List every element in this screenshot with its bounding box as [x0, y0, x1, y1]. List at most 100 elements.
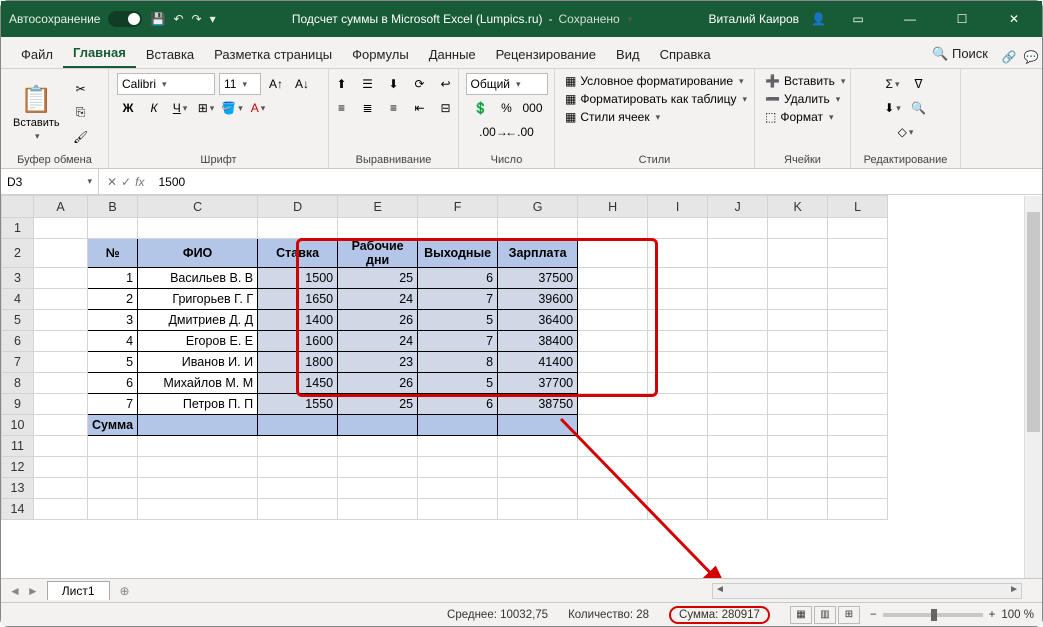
- cell[interactable]: [648, 289, 708, 310]
- column-header[interactable]: G: [498, 196, 578, 218]
- cell[interactable]: [648, 239, 708, 268]
- cell[interactable]: 1450: [258, 373, 338, 394]
- cell[interactable]: [648, 331, 708, 352]
- cell[interactable]: [34, 289, 88, 310]
- cell[interactable]: 23: [338, 352, 418, 373]
- cell[interactable]: [648, 352, 708, 373]
- cell[interactable]: 25: [338, 394, 418, 415]
- page-layout-view-icon[interactable]: ▥: [814, 606, 836, 624]
- cell[interactable]: [648, 268, 708, 289]
- cell[interactable]: 6: [418, 394, 498, 415]
- cell[interactable]: 26: [338, 373, 418, 394]
- fill-icon[interactable]: ⬇▾: [882, 97, 904, 119]
- user-avatar-icon[interactable]: 👤: [811, 12, 826, 26]
- cell[interactable]: Ставка: [258, 239, 338, 268]
- decrease-font-icon[interactable]: A↓: [291, 73, 313, 95]
- cell[interactable]: [708, 457, 768, 478]
- cell[interactable]: 1400: [258, 310, 338, 331]
- cell[interactable]: 37500: [498, 268, 578, 289]
- cell[interactable]: ФИО: [138, 239, 258, 268]
- cell[interactable]: [498, 436, 578, 457]
- cell[interactable]: [768, 478, 828, 499]
- cell[interactable]: 37700: [498, 373, 578, 394]
- row-header[interactable]: 8: [2, 373, 34, 394]
- cell[interactable]: 41400: [498, 352, 578, 373]
- cell[interactable]: 25: [338, 268, 418, 289]
- cell[interactable]: [34, 499, 88, 520]
- undo-icon[interactable]: ↶: [173, 12, 183, 26]
- cell[interactable]: Петров П. П: [138, 394, 258, 415]
- cell[interactable]: [138, 478, 258, 499]
- cell[interactable]: [578, 478, 648, 499]
- align-top-icon[interactable]: ⬆: [331, 73, 353, 95]
- save-icon[interactable]: 💾: [150, 12, 165, 26]
- tab-review[interactable]: Рецензирование: [486, 41, 606, 68]
- cell[interactable]: [418, 478, 498, 499]
- row-header[interactable]: 4: [2, 289, 34, 310]
- align-right-icon[interactable]: ≡: [383, 97, 405, 119]
- clear-icon[interactable]: ◇▾: [895, 121, 917, 143]
- cell[interactable]: [768, 373, 828, 394]
- row-header[interactable]: 6: [2, 331, 34, 352]
- ribbon-options-icon[interactable]: ▭: [838, 4, 878, 34]
- cell[interactable]: Григорьев Г. Г: [138, 289, 258, 310]
- column-header[interactable]: J: [708, 196, 768, 218]
- cell[interactable]: [828, 239, 888, 268]
- percent-icon[interactable]: %: [496, 97, 518, 119]
- cell-styles-button[interactable]: ▦ Стили ячеек▾: [563, 109, 662, 125]
- cell[interactable]: [578, 268, 648, 289]
- normal-view-icon[interactable]: ▦: [790, 606, 812, 624]
- cell[interactable]: 1800: [258, 352, 338, 373]
- cell[interactable]: [34, 415, 88, 436]
- italic-icon[interactable]: К: [143, 97, 165, 119]
- row-header[interactable]: 5: [2, 310, 34, 331]
- cell[interactable]: [258, 499, 338, 520]
- cell[interactable]: [34, 218, 88, 239]
- delete-cells-button[interactable]: ➖ Удалить▾: [763, 91, 842, 107]
- autosave-toggle[interactable]: [108, 11, 142, 27]
- cell[interactable]: [768, 457, 828, 478]
- cell[interactable]: [768, 239, 828, 268]
- cut-icon[interactable]: ✂: [70, 78, 92, 100]
- cell[interactable]: [578, 218, 648, 239]
- currency-icon[interactable]: 💲: [470, 97, 492, 119]
- cell[interactable]: [828, 457, 888, 478]
- share-button[interactable]: 🔗: [998, 46, 1020, 68]
- row-header[interactable]: 2: [2, 239, 34, 268]
- cell[interactable]: Михайлов М. М: [138, 373, 258, 394]
- qat-more-icon[interactable]: ▾: [210, 12, 216, 26]
- cell[interactable]: [88, 499, 138, 520]
- cell[interactable]: [34, 268, 88, 289]
- tab-data[interactable]: Данные: [419, 41, 486, 68]
- cell[interactable]: [708, 499, 768, 520]
- zoom-out-icon[interactable]: −: [870, 609, 877, 621]
- cell[interactable]: [648, 394, 708, 415]
- row-header[interactable]: 13: [2, 478, 34, 499]
- column-header[interactable]: H: [578, 196, 648, 218]
- cell[interactable]: 2: [88, 289, 138, 310]
- column-header[interactable]: L: [828, 196, 888, 218]
- format-as-table-button[interactable]: ▦ Форматировать как таблицу▾: [563, 91, 749, 107]
- cell[interactable]: [34, 478, 88, 499]
- sort-filter-icon[interactable]: ᐁ: [908, 73, 930, 95]
- comma-icon[interactable]: 000: [522, 97, 544, 119]
- cell[interactable]: [34, 457, 88, 478]
- cell[interactable]: [338, 415, 418, 436]
- cell[interactable]: Рабочие дни: [338, 239, 418, 268]
- cell[interactable]: 1500: [258, 268, 338, 289]
- cell[interactable]: [258, 218, 338, 239]
- cell[interactable]: [88, 478, 138, 499]
- align-bottom-icon[interactable]: ⬇: [383, 73, 405, 95]
- cell[interactable]: [828, 352, 888, 373]
- column-header[interactable]: I: [648, 196, 708, 218]
- cell[interactable]: [578, 394, 648, 415]
- cell[interactable]: [828, 478, 888, 499]
- increase-font-icon[interactable]: A↑: [265, 73, 287, 95]
- cell[interactable]: [648, 457, 708, 478]
- cell[interactable]: [258, 457, 338, 478]
- row-header[interactable]: 10: [2, 415, 34, 436]
- cell[interactable]: [768, 289, 828, 310]
- autosum-icon[interactable]: Σ▾: [882, 73, 904, 95]
- cell[interactable]: 1600: [258, 331, 338, 352]
- close-icon[interactable]: ✕: [994, 4, 1034, 34]
